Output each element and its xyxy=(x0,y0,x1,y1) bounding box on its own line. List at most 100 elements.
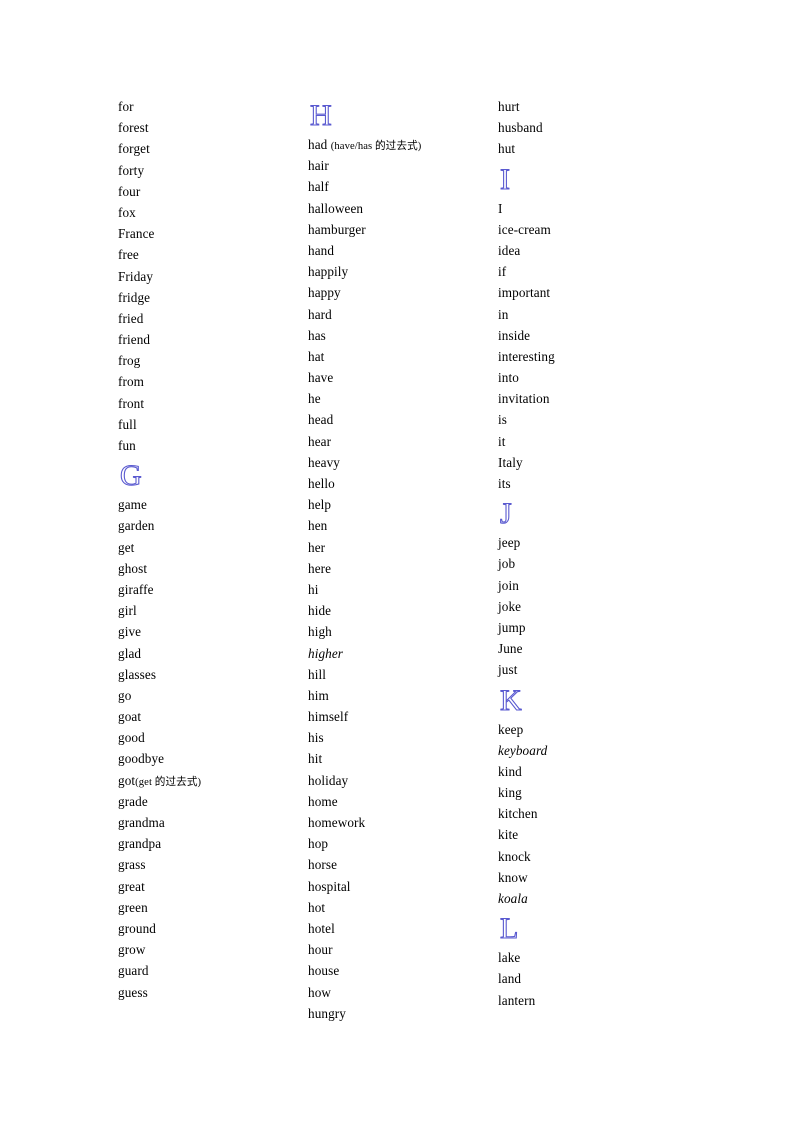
word-text: hard xyxy=(308,306,332,322)
letter-heading-i: I xyxy=(498,160,688,196)
word-text: half xyxy=(308,179,329,195)
word-entry: half xyxy=(308,176,498,197)
word-text: glad xyxy=(118,645,142,661)
word-text: I xyxy=(498,200,503,216)
word-text: Friday xyxy=(118,268,154,284)
column-3: hurt husband hut I Iice-cream idea if important… xyxy=(498,96,688,1011)
word-text: guess xyxy=(118,984,148,1000)
word-entry: give xyxy=(118,621,308,642)
word-entry: hop xyxy=(308,833,498,854)
word-text: kite xyxy=(498,827,519,843)
word-entry: heavy xyxy=(308,452,498,473)
word-entry: kind xyxy=(498,761,688,782)
letter-heading-k: K xyxy=(498,681,688,717)
word-entry: hen xyxy=(308,515,498,536)
word-entry: France xyxy=(118,223,308,244)
word-entry: hill xyxy=(308,664,498,685)
word-text: fox xyxy=(118,204,136,220)
word-text: forget xyxy=(118,141,150,157)
word-text: horse xyxy=(308,857,338,873)
word-entry: June xyxy=(498,638,688,659)
word-entry: horse xyxy=(308,854,498,875)
word-entry: interesting xyxy=(498,346,688,367)
letter-heading-j: J xyxy=(498,494,688,531)
word-entry: happily xyxy=(308,261,498,282)
decorative-letter-glyph: I xyxy=(500,163,510,196)
word-text: Italy xyxy=(498,454,523,470)
word-text: idea xyxy=(498,242,521,258)
word-entry: fried xyxy=(118,308,308,329)
word-entry: help xyxy=(308,494,498,515)
word-text: hen xyxy=(308,518,328,534)
word-entry: fox xyxy=(118,202,308,223)
word-text: hill xyxy=(308,666,326,682)
word-entry: get xyxy=(118,537,308,558)
word-text: grow xyxy=(118,942,146,958)
word-entry: jeep xyxy=(498,532,688,553)
word-entry: husband xyxy=(498,117,688,138)
word-entry: green xyxy=(118,897,308,918)
word-entry: kite xyxy=(498,824,688,845)
word-text: joke xyxy=(498,598,522,614)
word-text: grass xyxy=(118,857,146,873)
word-text: lantern xyxy=(498,992,536,1008)
word-text: heavy xyxy=(308,454,340,470)
word-entry: halloween xyxy=(308,198,498,219)
word-entry: hello xyxy=(308,473,498,494)
word-entry: house xyxy=(308,960,498,981)
word-entry: hospital xyxy=(308,876,498,897)
word-text: hospital xyxy=(308,878,351,894)
word-entry: into xyxy=(498,367,688,388)
word-text: hi xyxy=(308,581,319,597)
word-text: knock xyxy=(498,848,531,864)
word-entry: forty xyxy=(118,160,308,181)
word-entry: land xyxy=(498,968,688,989)
word-entry: know xyxy=(498,867,688,888)
word-text: ice-cream xyxy=(498,221,551,237)
word-entry: king xyxy=(498,782,688,803)
word-text: holiday xyxy=(308,772,349,788)
column-2: Hhad (have/has 的过去式) hair half halloween ham… xyxy=(308,96,498,1024)
word-entry: Italy xyxy=(498,452,688,473)
word-entry: ghost xyxy=(118,558,308,579)
word-entry: frog xyxy=(118,350,308,371)
word-entry: keep xyxy=(498,719,688,740)
word-entry: goodbye xyxy=(118,748,308,769)
word-entry: just xyxy=(498,659,688,680)
word-text: interesting xyxy=(498,348,555,364)
word-text: hop xyxy=(308,836,329,852)
word-text: give xyxy=(118,624,142,640)
word-entry: job xyxy=(498,553,688,574)
word-entry: hurt xyxy=(498,96,688,117)
word-entry: join xyxy=(498,575,688,596)
word-text: hello xyxy=(308,476,335,491)
word-entry: grandpa xyxy=(118,833,308,854)
word-entry: hungry xyxy=(308,1003,498,1024)
decorative-letter-glyph: H xyxy=(310,99,332,132)
word-text: green xyxy=(118,899,148,915)
decorative-letter-glyph: K xyxy=(500,684,522,717)
word-text: get xyxy=(118,539,135,555)
word-text: high xyxy=(308,624,332,640)
word-entry: kitchen xyxy=(498,803,688,824)
word-entry: hi xyxy=(308,579,498,600)
word-entry: has xyxy=(308,325,498,346)
word-entry: hamburger xyxy=(308,219,498,240)
word-entry: her xyxy=(308,537,498,558)
word-entry: idea xyxy=(498,240,688,261)
word-entry: hide xyxy=(308,600,498,621)
word-entry: grass xyxy=(118,854,308,875)
word-text: grade xyxy=(118,793,148,809)
word-entry: forest xyxy=(118,117,308,138)
word-text: hungry xyxy=(308,1005,346,1021)
word-entry: Friday xyxy=(118,266,308,287)
word-text: join xyxy=(498,577,519,593)
word-text: grandpa xyxy=(118,836,162,852)
word-entry: keyboard xyxy=(498,740,688,761)
word-text: important xyxy=(498,285,551,301)
word-entry: hour xyxy=(308,939,498,960)
word-text: forest xyxy=(118,120,149,136)
word-entry: important xyxy=(498,282,688,303)
word-text: has xyxy=(308,327,326,343)
word-text: from xyxy=(118,374,145,390)
